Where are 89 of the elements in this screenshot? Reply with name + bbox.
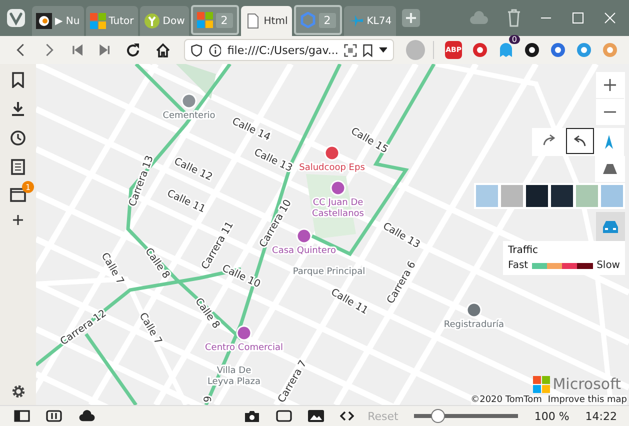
browser-tab[interactable]: Tutor [86,6,138,36]
browser-tab[interactable]: 2 [294,5,342,35]
download-icon[interactable] [10,101,26,117]
pitch-icon[interactable] [595,156,625,182]
code-icon[interactable] [340,411,354,421]
street-label: Calle 13 [380,220,422,251]
window-icon[interactable] [276,410,292,422]
favicon-icon [144,13,160,29]
extension-badge: 0 [508,35,520,44]
notes-icon[interactable] [11,159,25,175]
panel-toggle-icon[interactable] [14,410,30,422]
shield-icon [191,42,202,58]
street-label: Calle 11 [165,188,207,216]
image-icon[interactable] [308,410,324,422]
street-label: Calle 10 [220,263,262,290]
poi-marker-icon[interactable] [466,302,482,318]
tile-icon[interactable] [46,410,62,422]
map-style-thumbnail[interactable] [476,185,498,207]
extension-icon[interactable] [524,42,540,58]
place-label: Castellanos [312,209,364,219]
place-label: Casa Quintero [272,246,336,256]
slider-thumb[interactable] [430,409,445,423]
address-field[interactable]: file:///C:/Users/gav... [184,39,394,61]
tab-count: 2 [216,12,233,28]
poi-marker-icon[interactable] [324,145,340,161]
browser-tab[interactable]: 2 [190,5,239,35]
logo-text: Microsoft [552,375,621,393]
tab-count: 2 [318,12,336,28]
poi-marker-icon[interactable] [181,93,197,109]
windows-logo-icon [532,376,550,392]
improve-map-link[interactable]: Improve this map [548,395,627,405]
info-icon [208,42,222,58]
browser-tab[interactable]: Dow [140,6,189,36]
street-label: Calle 14 [230,116,272,144]
legend-title: Traffic [508,245,540,256]
browser-tab[interactable]: KL74 [344,6,396,36]
settings-icon[interactable] [10,384,26,399]
map-style-thumbnail[interactable] [576,185,598,207]
street-label: Calle 13 [252,147,294,174]
favicon-icon [36,13,52,29]
new-tab-button[interactable] [402,9,420,27]
clock-icon[interactable] [10,130,26,146]
dropdown-icon[interactable] [378,47,388,53]
browser-tab[interactable]: ▶ Nu [32,6,84,36]
qr-code-icon[interactable] [344,42,358,58]
maximize-icon[interactable] [572,12,584,24]
reload-icon[interactable] [125,42,142,58]
map-style-thumbnail[interactable] [551,185,573,207]
map-style-thumbnail[interactable] [601,185,623,207]
fast-forward-icon[interactable] [98,43,112,57]
traffic-color-scale [532,262,593,268]
legend-label: Slow [596,260,620,271]
ghost-icon[interactable] [498,42,514,58]
rewind-icon[interactable] [71,43,84,57]
copyright-text: ©2020 TomTom [470,395,542,405]
street-label: 9 [203,396,214,402]
camera-icon[interactable] [244,410,260,422]
home-icon[interactable] [155,42,172,58]
bookmark-icon[interactable] [12,72,24,88]
street-label: Calle 15 [348,126,390,156]
poi-marker-icon[interactable] [330,180,346,196]
favicon-icon [196,12,213,28]
zoom-percent: 100 % [534,410,570,422]
favicon-icon [90,13,106,29]
clock-time: 14:22 [585,410,617,422]
cloud-icon[interactable] [78,410,96,422]
poi-marker-icon[interactable] [236,325,252,341]
place-label: Registraduría [444,320,504,330]
place-label: Saludcoop Eps [299,163,365,173]
trash-icon[interactable] [507,9,521,27]
favicon-icon [300,12,316,28]
place-label: Parque Principal [292,267,366,277]
map-style-thumbnail[interactable] [501,185,523,207]
poi-marker-icon[interactable] [296,228,312,244]
add-icon[interactable] [13,215,23,225]
rotate-left-icon[interactable] [566,128,594,154]
traffic-toggle-button[interactable] [596,212,625,241]
close-icon[interactable] [604,12,616,24]
street-label: Calle 12 [172,156,214,184]
bookmark-icon[interactable] [363,42,373,58]
favicon-icon [244,13,261,29]
browser-tab[interactable]: Html [240,6,292,36]
place-label: CC Juan De [312,198,364,208]
map-style-thumbnail[interactable] [526,185,548,207]
vivaldi-logo[interactable] [6,8,26,28]
street-label: Calle 11 [328,286,370,317]
notification-badge: 1 [22,181,34,193]
window-icon[interactable] [10,188,26,202]
legend-label: Fast [508,260,528,271]
